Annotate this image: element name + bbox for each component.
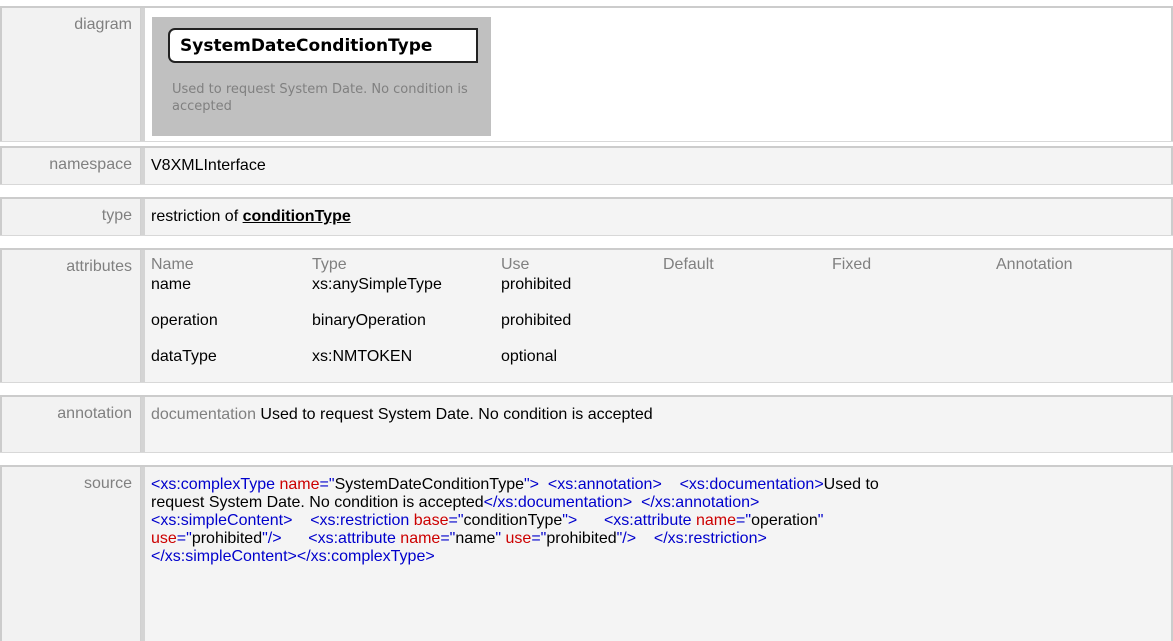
xml-tag-token: </xs:restriction> xyxy=(636,530,767,547)
attr-row-0-name: name xyxy=(151,276,192,293)
xml-tag-token: "> xyxy=(524,476,540,493)
column-header-type: Type xyxy=(312,256,347,273)
xml-tag-token: <xs:documentation> xyxy=(661,476,824,493)
column-header-fixed: Fixed xyxy=(832,256,872,273)
diagram-label: diagram xyxy=(74,16,132,33)
xml-tag-token: =" xyxy=(531,530,547,547)
xml-tag-token: =" xyxy=(448,512,464,529)
xml-tag-token: </xs:simpleContent></xs:complexType> xyxy=(151,548,435,565)
type-label: type xyxy=(101,207,132,224)
type-diagram[interactable]: SystemDateConditionType Used to request … xyxy=(152,17,491,136)
column-header-use: Use xyxy=(501,256,530,273)
source-line: </xs:simpleContent></xs:complexType> xyxy=(151,548,1111,566)
xml-tag-token: <xs:attribute xyxy=(577,512,696,529)
xml-value-token: prohibited xyxy=(546,530,617,547)
attr-row-2-name: dataType xyxy=(151,348,217,365)
xml-tag-token: <xs:attribute xyxy=(281,530,401,547)
xml-attr-token: name xyxy=(696,512,737,529)
source-line: request System Date. No condition is acc… xyxy=(151,494,1111,512)
xml-value-token: name xyxy=(455,530,496,547)
xml-attr-token: use xyxy=(505,530,532,547)
column-header-name: Name xyxy=(151,256,194,273)
xml-value-token: conditionType xyxy=(463,512,563,529)
type-row: type restriction of conditionType xyxy=(0,197,1173,236)
xml-value-token: operation xyxy=(751,512,818,529)
source-label: source xyxy=(83,475,132,492)
namespace-label: namespace xyxy=(49,156,132,173)
type-prefix: restriction of xyxy=(151,208,243,225)
xml-value-token: request System Date. No condition is acc… xyxy=(151,494,484,511)
xml-attr-token: name xyxy=(400,530,441,547)
attr-row-1-type: binaryOperation xyxy=(312,312,426,329)
diagram-node-title: SystemDateConditionType xyxy=(180,36,433,56)
schema-doc-table: diagram SystemDateConditionType Used to … xyxy=(0,0,1173,641)
xml-attr-token: base xyxy=(413,512,449,529)
source-line: <xs:complexType name="SystemDateConditio… xyxy=(151,476,1111,494)
base-type-link[interactable]: conditionType xyxy=(243,208,351,225)
xml-tag-token: <xs:restriction xyxy=(292,512,414,529)
annotation-key: documentation xyxy=(151,406,256,423)
xml-attr-token: name xyxy=(279,476,320,493)
attr-row-1-name: operation xyxy=(151,312,218,329)
attributes-label: attributes xyxy=(66,258,132,275)
xml-tag-token: "> xyxy=(562,512,578,529)
attr-row-0-type: xs:anySimpleType xyxy=(312,276,442,293)
column-header-default: Default xyxy=(663,256,714,273)
xml-tag-token: </xs:documentation> xyxy=(483,494,633,511)
diagram-node[interactable]: SystemDateConditionType xyxy=(168,28,478,63)
annotation-value: documentation Used to request System Dat… xyxy=(151,406,653,424)
diagram-row: diagram SystemDateConditionType Used to … xyxy=(0,6,1173,142)
xml-tag-token: <xs:simpleContent> xyxy=(151,512,293,529)
xml-value-token: SystemDateConditionType xyxy=(334,476,524,493)
xml-tag-token: </xs:annotation> xyxy=(632,494,760,511)
source-code: <xs:complexType name="SystemDateConditio… xyxy=(151,476,1111,566)
attr-row-1-use: prohibited xyxy=(501,312,572,329)
attr-row-2-use: optional xyxy=(501,348,558,365)
diagram-node-note: Used to request System Date. No conditio… xyxy=(172,82,468,114)
source-line: <xs:simpleContent> <xs:restriction base=… xyxy=(151,512,1111,530)
column-header-annotation: Annotation xyxy=(996,256,1073,273)
xml-tag-token: <xs:complexType xyxy=(151,476,280,493)
attributes-table: Name Type Use Default Fixed Annotation n… xyxy=(141,250,1173,382)
xml-attr-token: use xyxy=(151,530,177,547)
xml-tag-token: "/> xyxy=(616,530,637,547)
xml-value-token: Used to xyxy=(823,476,879,493)
xml-tag-token: "/> xyxy=(262,530,282,547)
annotation-label: annotation xyxy=(57,405,132,422)
xml-tag-token: =" xyxy=(319,476,335,493)
annotation-row: annotation documentation Used to request… xyxy=(0,395,1173,453)
xml-tag-token: =" xyxy=(176,530,192,547)
xml-tag-token: =" xyxy=(440,530,456,547)
namespace-value: V8XMLInterface xyxy=(151,157,266,174)
xml-tag-token: " xyxy=(495,530,506,547)
annotation-text: Used to request System Date. No conditio… xyxy=(260,406,653,423)
attributes-row: attributes Name Type Use Default Fixed A… xyxy=(0,248,1173,383)
attr-row-2-type: xs:NMTOKEN xyxy=(312,348,413,365)
xml-value-token: prohibited xyxy=(191,530,263,547)
xml-tag-token: <xs:annotation> xyxy=(539,476,662,493)
attr-row-0-use: prohibited xyxy=(501,276,572,293)
source-line: use="prohibited"/> <xs:attribute name="n… xyxy=(151,530,1111,548)
diagram-cell: SystemDateConditionType Used to request … xyxy=(141,8,1173,141)
type-value: restriction of conditionType xyxy=(151,208,351,226)
source-row: source <xs:complexType name="SystemDateC… xyxy=(0,465,1173,641)
namespace-row: namespace V8XMLInterface xyxy=(0,146,1173,185)
xml-tag-token: " xyxy=(817,512,824,529)
xml-tag-token: =" xyxy=(736,512,752,529)
